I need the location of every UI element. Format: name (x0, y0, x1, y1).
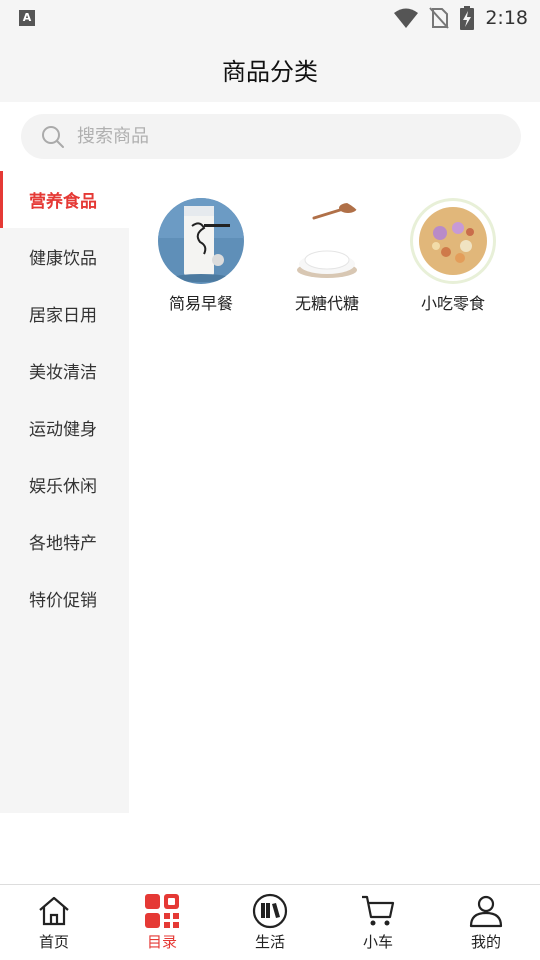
sidebar-item-label: 营养食品 (29, 192, 97, 212)
sidebar-item-household[interactable]: 居家日用 (0, 285, 129, 342)
sidebar-item-label: 各地特产 (29, 534, 97, 554)
sidebar-item-label: 美妆清洁 (29, 363, 97, 383)
category-item-breakfast[interactable]: 简易早餐 (146, 198, 256, 314)
sidebar-item-label: 娱乐休闲 (29, 477, 97, 497)
cart-icon (362, 895, 395, 926)
home-icon (39, 896, 69, 926)
a-icon: A (19, 10, 35, 26)
wifi-icon (394, 8, 419, 28)
status-icons: 2:18 (393, 5, 528, 31)
nav-item-life[interactable]: 生活 (216, 885, 324, 960)
category-sidebar: 营养食品 健康饮品 居家日用 美妆清洁 运动健身 娱乐休闲 各地特产 特价促销 (0, 171, 129, 813)
sidebar-item-label: 健康饮品 (29, 249, 97, 269)
category-label: 小吃零食 (420, 294, 485, 313)
sidebar-item-nutrition-food[interactable]: 营养食品 (0, 171, 129, 228)
life-books-icon (252, 893, 288, 929)
category-item-snacks[interactable]: 小吃零食 (398, 198, 508, 314)
category-item-sugar-free[interactable]: 无糖代糖 (272, 198, 382, 314)
battery-charging-icon (460, 6, 475, 30)
nav-label: 小车 (362, 933, 393, 951)
header: 商品分类 (0, 36, 540, 102)
nav-label: 生活 (254, 933, 285, 951)
nav-item-home[interactable]: 首页 (0, 885, 108, 960)
status-bar: A 2:18 (0, 0, 540, 36)
catalog-qr-icon (145, 894, 179, 928)
no-sim-icon (429, 7, 450, 29)
category-label: 简易早餐 (168, 294, 233, 313)
sidebar-item-beauty-cleaning[interactable]: 美妆清洁 (0, 342, 129, 399)
sidebar-item-entertainment[interactable]: 娱乐休闲 (0, 456, 129, 513)
cereal-bowl-image (410, 198, 496, 284)
nav-label: 首页 (38, 933, 69, 951)
category-content: 简易早餐 无糖代糖 小吃零食 (129, 171, 540, 813)
page-title: 商品分类 (222, 57, 318, 86)
nav-label: 我的 (470, 933, 501, 951)
user-icon (469, 895, 503, 928)
nav-label: 目录 (146, 933, 177, 951)
nav-item-catalog[interactable]: 目录 (108, 885, 216, 960)
sidebar-item-promotions[interactable]: 特价促销 (0, 570, 129, 627)
nav-item-mine[interactable]: 我的 (432, 885, 540, 960)
nav-item-cart[interactable]: 小车 (324, 885, 432, 960)
bottom-nav: 首页 目录 生活 小车 我的 (0, 884, 540, 960)
sidebar-item-local-specialty[interactable]: 各地特产 (0, 513, 129, 570)
search-icon (42, 125, 64, 148)
status-time: 2:18 (485, 7, 528, 29)
category-label: 无糖代糖 (294, 294, 359, 313)
sidebar-item-label: 居家日用 (29, 306, 97, 326)
sidebar-item-health-drinks[interactable]: 健康饮品 (0, 228, 129, 285)
search-bar (0, 102, 540, 170)
sugar-spoon-image (284, 198, 370, 284)
sidebar-item-label: 运动健身 (29, 420, 97, 440)
search-box[interactable] (21, 114, 521, 159)
search-input[interactable] (77, 126, 477, 147)
sidebar-item-label: 特价促销 (29, 591, 97, 611)
sidebar-item-sports-fitness[interactable]: 运动健身 (0, 399, 129, 456)
milk-glass-image (158, 198, 244, 284)
